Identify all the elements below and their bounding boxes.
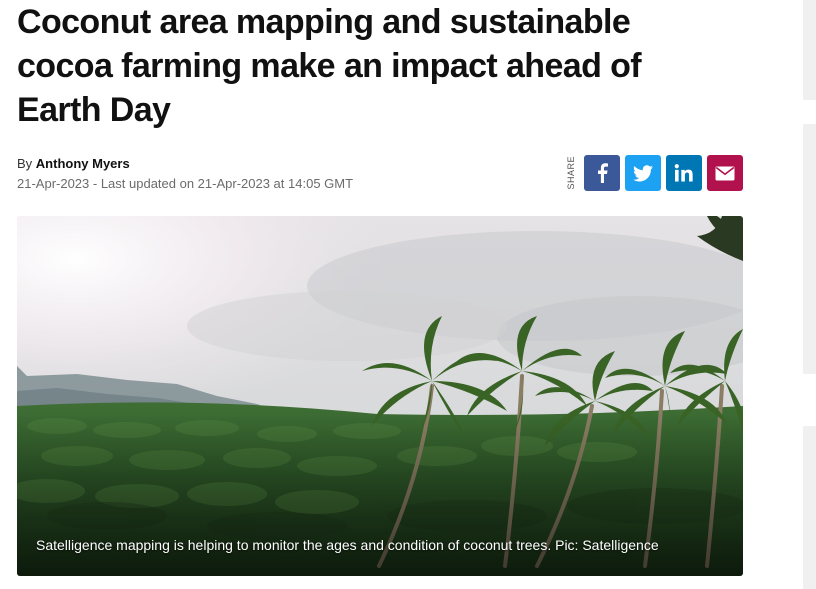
sidebar-rail-top bbox=[803, 0, 816, 100]
author-link[interactable]: Anthony Myers bbox=[36, 156, 130, 171]
byline: By Anthony Myers bbox=[17, 155, 130, 173]
linkedin-icon bbox=[674, 164, 693, 182]
twitter-share-button[interactable] bbox=[625, 155, 661, 191]
twitter-icon bbox=[633, 164, 653, 181]
hero-image: Satelligence mapping is helping to monit… bbox=[17, 216, 743, 576]
facebook-icon bbox=[598, 163, 608, 183]
hero-caption: Satelligence mapping is helping to monit… bbox=[36, 537, 659, 553]
facebook-share-button[interactable] bbox=[584, 155, 620, 191]
article-headline: Coconut area mapping and sustainable coc… bbox=[17, 3, 642, 129]
share-label: SHARE bbox=[566, 156, 576, 190]
dateline: 21-Apr-2023 - Last updated on 21-Apr-202… bbox=[17, 176, 354, 191]
sidebar-rail-bottom bbox=[803, 426, 816, 589]
byline-prefix: By bbox=[17, 156, 33, 171]
sidebar-rail-middle bbox=[803, 124, 816, 374]
envelope-icon bbox=[715, 166, 735, 180]
share-bar: SHARE bbox=[566, 155, 743, 191]
coconut-plantation-photo bbox=[17, 216, 743, 576]
email-share-button[interactable] bbox=[707, 155, 743, 191]
linkedin-share-button[interactable] bbox=[666, 155, 702, 191]
